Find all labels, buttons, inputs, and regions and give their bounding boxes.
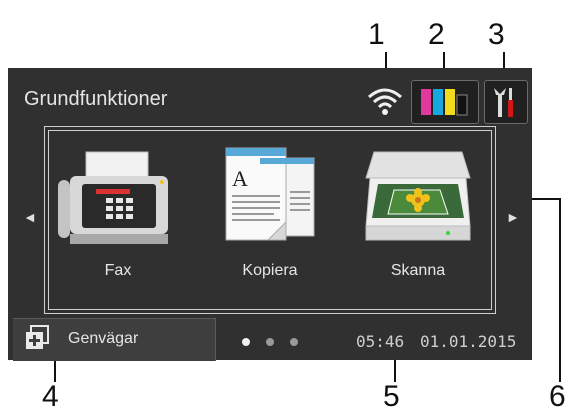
settings-button[interactable] [484, 80, 528, 124]
tools-icon [494, 88, 513, 117]
page-dot [290, 338, 298, 346]
scan-label: Skanna [390, 262, 446, 279]
scanner-icon [365, 151, 471, 241]
callout-5: 5 [383, 380, 400, 413]
screen-title: Grundfunktioner [24, 88, 168, 110]
callout-line-6b [559, 198, 561, 382]
shortcut-icon[interactable] [24, 324, 50, 352]
clock-time: 05:46 [356, 332, 405, 351]
callout-2: 2 [428, 18, 445, 51]
svg-text:A: A [232, 166, 248, 191]
clock-date: 01.01.2015 [420, 332, 517, 351]
copy-documents-icon: A [225, 147, 315, 241]
ink-button[interactable] [411, 80, 479, 124]
callout-6: 6 [549, 380, 566, 413]
wifi-icon[interactable] [366, 86, 404, 116]
shortcuts-label[interactable]: Genvägar [68, 330, 138, 348]
callout-4: 4 [42, 380, 59, 413]
scroll-right-button[interactable]: ► [506, 209, 520, 225]
callout-1: 1 [368, 18, 385, 51]
callout-3: 3 [488, 18, 505, 51]
ink-cartridges-icon [421, 89, 468, 116]
scroll-left-button[interactable]: ◄ [23, 209, 37, 225]
page-dot-active [242, 338, 250, 346]
fax-label: Fax [104, 262, 132, 279]
page-dot [266, 338, 274, 346]
copy-label: Kopiera [242, 262, 298, 279]
copy-button[interactable]: A Kopiera [210, 146, 330, 304]
scan-button[interactable]: Skanna [356, 148, 480, 304]
fax-button[interactable]: Fax [56, 148, 180, 304]
fax-machine-icon [58, 151, 168, 244]
callout-line-5 [394, 358, 396, 382]
